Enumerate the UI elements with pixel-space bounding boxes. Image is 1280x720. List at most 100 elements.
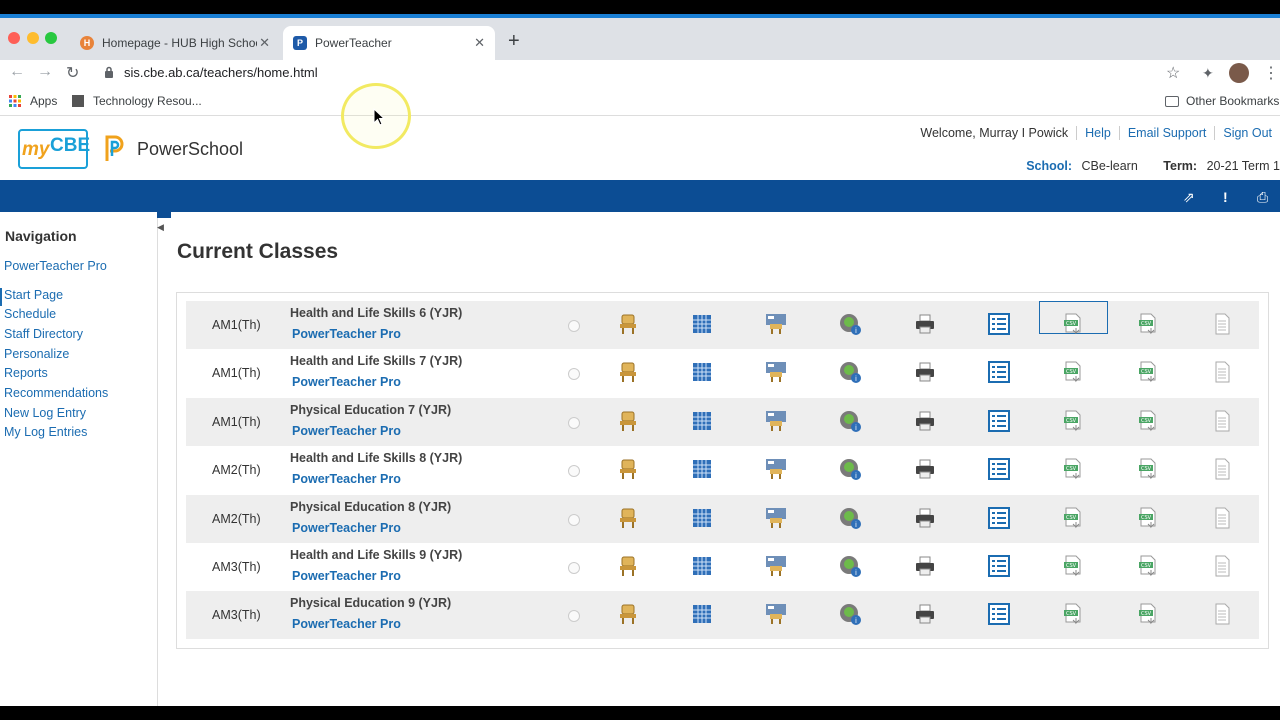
class-radio[interactable] <box>568 368 580 381</box>
document-icon[interactable] <box>1210 554 1234 578</box>
help-link[interactable]: Help <box>1076 126 1119 140</box>
document-icon[interactable] <box>1210 360 1234 384</box>
sidebar-item-my-log-entries[interactable]: My Log Entries <box>4 425 87 439</box>
seating-chart-icon[interactable] <box>764 409 788 433</box>
address-bar[interactable]: sis.cbe.ab.ca/teachers/home.html <box>124 65 318 80</box>
sidebar-item-staff-directory[interactable]: Staff Directory <box>4 327 83 341</box>
csv-export-icon[interactable]: CSV <box>1061 360 1085 384</box>
attendance-chair-icon[interactable] <box>616 312 640 336</box>
collapse-sidebar-button[interactable] <box>157 210 171 218</box>
list-icon[interactable] <box>987 506 1011 530</box>
printer-icon[interactable] <box>913 554 937 578</box>
powerteacher-pro-link[interactable]: PowerTeacher Pro <box>292 424 401 438</box>
sidebar-item-personalize[interactable]: Personalize <box>4 347 69 361</box>
sidebar-item-powerteacher-pro[interactable]: PowerTeacher Pro <box>4 259 107 273</box>
close-tab-icon[interactable]: ✕ <box>474 35 485 51</box>
csv-export-icon[interactable]: CSV <box>1061 506 1085 530</box>
list-icon[interactable] <box>987 312 1011 336</box>
close-tab-icon[interactable]: ✕ <box>259 35 270 51</box>
grid-table-icon[interactable] <box>690 457 714 481</box>
student-info-icon[interactable]: i <box>838 409 862 433</box>
seating-chart-icon[interactable] <box>764 554 788 578</box>
mycbe-logo[interactable]: my CBE <box>18 129 90 169</box>
sidebar-item-start-page[interactable]: Start Page <box>4 288 63 302</box>
printer-icon[interactable] <box>913 457 937 481</box>
csv-import-icon[interactable]: CSV <box>1136 409 1160 433</box>
class-radio[interactable] <box>568 610 580 623</box>
new-tab-button[interactable]: + <box>508 30 520 53</box>
attendance-chair-icon[interactable] <box>616 457 640 481</box>
attendance-chair-icon[interactable] <box>616 360 640 384</box>
powerteacher-pro-link[interactable]: PowerTeacher Pro <box>292 472 401 486</box>
csv-export-icon[interactable]: CSV <box>1061 457 1085 481</box>
bookmark-apps[interactable]: Apps <box>9 94 57 108</box>
printer-icon[interactable] <box>913 602 937 626</box>
document-icon[interactable] <box>1210 602 1234 626</box>
powerteacher-pro-link[interactable]: PowerTeacher Pro <box>292 521 401 535</box>
csv-export-icon[interactable]: CSV <box>1061 409 1085 433</box>
printer-icon[interactable] <box>913 409 937 433</box>
printer-icon[interactable] <box>913 312 937 336</box>
grid-table-icon[interactable] <box>690 554 714 578</box>
class-radio[interactable] <box>568 513 580 526</box>
grid-table-icon[interactable] <box>690 312 714 336</box>
tab-powerteacher[interactable]: P PowerTeacher ✕ <box>283 26 495 60</box>
sidebar-item-schedule[interactable]: Schedule <box>4 307 56 321</box>
csv-export-icon[interactable]: CSV <box>1061 554 1085 578</box>
student-info-icon[interactable]: i <box>838 554 862 578</box>
grid-table-icon[interactable] <box>690 602 714 626</box>
external-link-icon[interactable]: ⇗ <box>1183 189 1195 206</box>
student-info-icon[interactable]: i <box>838 360 862 384</box>
bookmark-technology-resources[interactable]: Technology Resou... <box>72 94 202 108</box>
forward-icon[interactable]: → <box>37 63 53 81</box>
class-radio[interactable] <box>568 562 580 574</box>
back-icon[interactable]: ← <box>9 63 25 81</box>
student-info-icon[interactable]: i <box>838 506 862 530</box>
csv-export-icon[interactable]: CSV <box>1061 602 1085 626</box>
alert-icon[interactable]: ! <box>1223 189 1228 205</box>
printer-icon[interactable] <box>913 360 937 384</box>
powerteacher-pro-link[interactable]: PowerTeacher Pro <box>292 327 401 341</box>
class-radio[interactable] <box>568 320 580 332</box>
grid-table-icon[interactable] <box>690 409 714 433</box>
avatar[interactable] <box>1229 63 1249 83</box>
csv-import-icon[interactable]: CSV <box>1136 457 1160 481</box>
csv-export-icon[interactable]: CSV <box>1061 312 1085 336</box>
sidebar-item-reports[interactable]: Reports <box>4 366 48 380</box>
class-radio[interactable] <box>568 465 580 478</box>
printer-icon[interactable] <box>913 506 937 530</box>
grid-table-icon[interactable] <box>690 506 714 530</box>
class-radio[interactable] <box>568 416 580 429</box>
collapse-arrow-icon[interactable]: ◀ <box>157 222 164 233</box>
attendance-chair-icon[interactable] <box>616 506 640 530</box>
powerteacher-pro-link[interactable]: PowerTeacher Pro <box>292 617 401 631</box>
email-support-link[interactable]: Email Support <box>1118 126 1215 140</box>
document-icon[interactable] <box>1210 312 1234 336</box>
attendance-chair-icon[interactable] <box>616 409 640 433</box>
powerteacher-pro-link[interactable]: PowerTeacher Pro <box>292 569 401 583</box>
attendance-chair-icon[interactable] <box>616 602 640 626</box>
grid-table-icon[interactable] <box>690 360 714 384</box>
star-icon[interactable]: ☆ <box>1166 63 1180 83</box>
student-info-icon[interactable]: i <box>838 457 862 481</box>
list-icon[interactable] <box>987 409 1011 433</box>
document-icon[interactable] <box>1210 506 1234 530</box>
csv-import-icon[interactable]: CSV <box>1136 506 1160 530</box>
csv-import-icon[interactable]: CSV <box>1136 554 1160 578</box>
tab-hub-homepage[interactable]: H Homepage - HUB High School ✕ <box>70 26 280 60</box>
list-icon[interactable] <box>987 457 1011 481</box>
student-info-icon[interactable]: i <box>838 602 862 626</box>
seating-chart-icon[interactable] <box>764 506 788 530</box>
document-icon[interactable] <box>1210 409 1234 433</box>
csv-import-icon[interactable]: CSV <box>1136 602 1160 626</box>
close-window-button[interactable] <box>8 32 20 44</box>
sidebar-item-recommendations[interactable]: Recommendations <box>4 386 108 400</box>
seating-chart-icon[interactable] <box>764 457 788 481</box>
list-icon[interactable] <box>987 602 1011 626</box>
csv-import-icon[interactable]: CSV <box>1136 312 1160 336</box>
other-bookmarks-folder[interactable]: Other Bookmarks <box>1165 94 1279 108</box>
csv-import-icon[interactable]: CSV <box>1136 360 1160 384</box>
sidebar-item-new-log-entry[interactable]: New Log Entry <box>4 406 86 420</box>
maximize-window-button[interactable] <box>45 32 57 44</box>
sign-out-link[interactable]: Sign Out <box>1214 126 1280 140</box>
